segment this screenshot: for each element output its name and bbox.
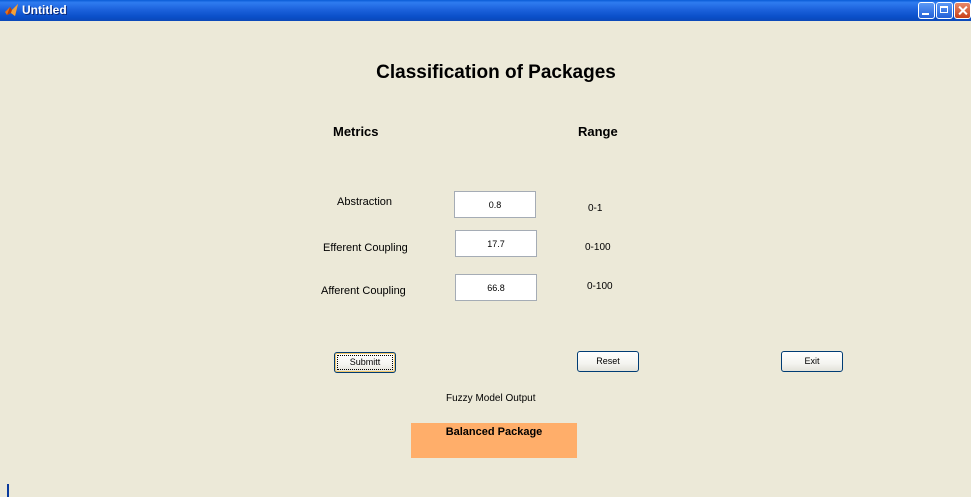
abstraction-range: 0-1 bbox=[588, 203, 603, 214]
submit-button[interactable]: Submitt bbox=[334, 352, 396, 373]
range-header: Range bbox=[578, 124, 618, 139]
abstraction-label: Abstraction bbox=[337, 196, 393, 208]
window-edge-marker bbox=[7, 484, 9, 497]
abstraction-field[interactable] bbox=[454, 191, 536, 218]
page-title: Classification of Packages bbox=[376, 62, 616, 83]
title-bar[interactable]: Untitled bbox=[0, 0, 971, 21]
efferent-coupling-range: 0-100 bbox=[585, 242, 611, 253]
metrics-header: Metrics bbox=[333, 124, 379, 139]
output-value: Balanced Package bbox=[445, 426, 543, 438]
exit-button[interactable]: Exit bbox=[781, 351, 843, 372]
reset-button[interactable]: Reset bbox=[577, 351, 639, 372]
efferent-coupling-label: Efferent Coupling bbox=[323, 242, 408, 254]
window-title: Untitled bbox=[22, 3, 67, 17]
afferent-coupling-field[interactable] bbox=[455, 274, 537, 301]
minimize-icon[interactable] bbox=[918, 2, 935, 19]
afferent-coupling-label: Afferent Coupling bbox=[321, 285, 406, 297]
output-label: Fuzzy Model Output bbox=[446, 393, 536, 404]
afferent-coupling-range: 0-100 bbox=[587, 281, 613, 292]
app-window: Untitled Classification of Packages Metr… bbox=[0, 0, 971, 497]
maximize-icon[interactable] bbox=[936, 2, 953, 19]
close-icon[interactable] bbox=[954, 2, 971, 19]
output-box: Balanced Package bbox=[411, 423, 577, 458]
efferent-coupling-field[interactable] bbox=[455, 230, 537, 257]
matlab-icon bbox=[4, 3, 19, 18]
